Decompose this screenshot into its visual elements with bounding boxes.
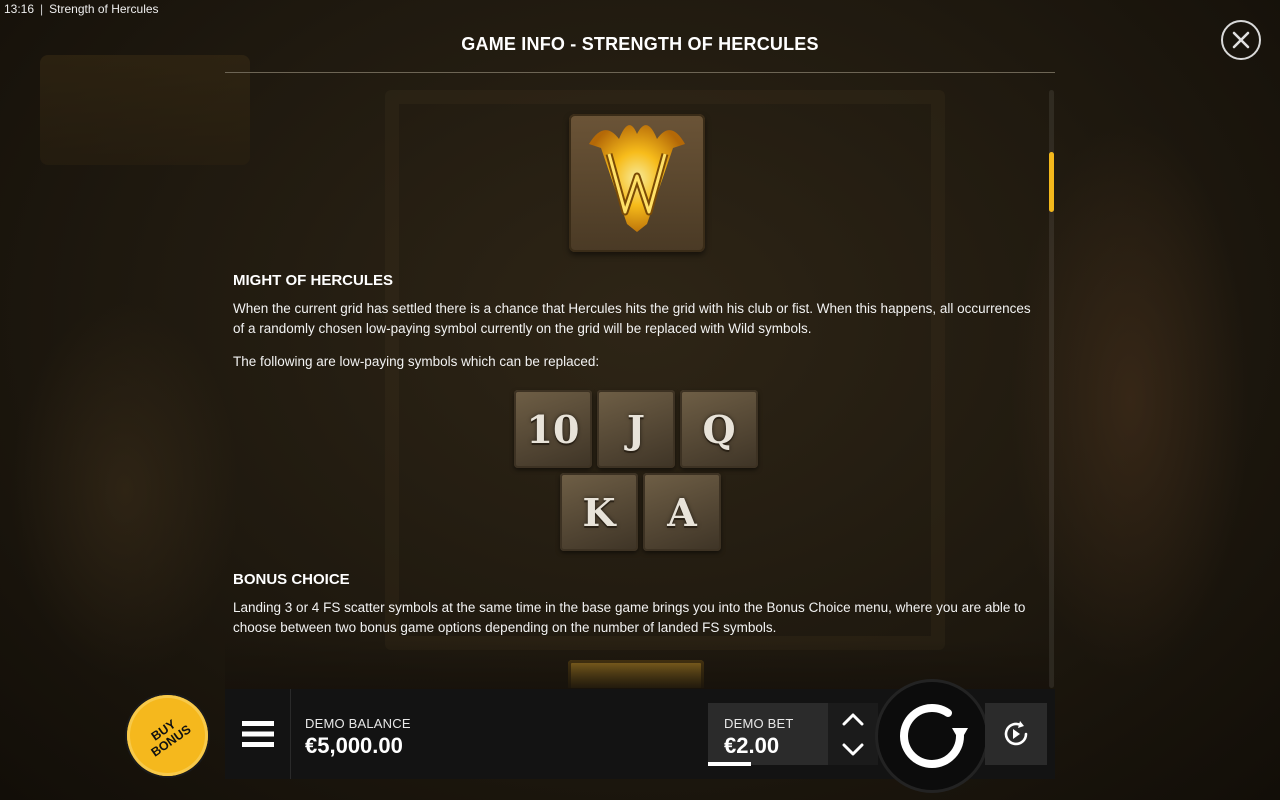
symbol-a-tile: A [643,473,721,551]
menu-button[interactable] [225,689,291,779]
status-bar: 13:16 | Strength of Hercules [4,2,159,16]
chevron-down-icon[interactable] [842,743,864,757]
symbol-q-tile: Q [680,390,758,468]
status-title: Strength of Hercules [49,2,159,16]
status-separator: | [40,2,44,16]
demo-balance: DEMO BALANCE €5,000.00 [305,716,411,759]
close-button[interactable] [1221,20,1261,60]
symbol-j-tile: J [597,390,675,468]
status-time: 13:16 [4,2,35,16]
bet-adjuster [828,703,878,765]
autoplay-button[interactable] [985,703,1047,765]
autoplay-icon [1004,721,1028,746]
chevron-up-icon[interactable] [842,712,864,726]
balance-label: DEMO BALANCE [305,716,411,731]
bet-value: €2.00 [724,733,780,758]
close-icon [1232,31,1250,49]
section-title-might: MIGHT OF HERCULES [233,272,393,289]
buy-bonus-label: BUY BONUS [148,716,194,760]
header-divider [225,72,1055,73]
bet-indicator [708,762,751,766]
low-symbols-intro: The following are low-paying symbols whi… [233,354,600,369]
wild-symbol-icon [569,114,705,252]
bonus-choice-description: Landing 3 or 4 FS scatter symbols at the… [233,600,1026,635]
game-info-content[interactable]: MIGHT OF HERCULES When the current grid … [225,90,1050,688]
section-title-bonus-choice: BONUS CHOICE [233,571,350,588]
scrollbar-thumb[interactable] [1049,152,1054,212]
demo-bet[interactable]: DEMO BET €2.00 [708,703,828,765]
hamburger-menu-icon [241,721,274,747]
spin-button[interactable] [878,682,986,790]
bet-label: DEMO BET [724,716,794,731]
scrollbar[interactable] [1049,90,1054,688]
symbol-k-tile: K [560,473,638,551]
buy-bonus-button[interactable]: BUY BONUS [127,695,208,776]
might-description: When the current grid has settled there … [233,301,1031,336]
balance-value: €5,000.00 [305,733,403,758]
spin-icon [900,703,968,768]
background-game-logo [40,55,250,165]
page-title: GAME INFO - STRENGTH OF HERCULES [461,34,819,54]
symbol-10-tile: 10 [514,390,592,468]
background-art-left [10,300,240,680]
